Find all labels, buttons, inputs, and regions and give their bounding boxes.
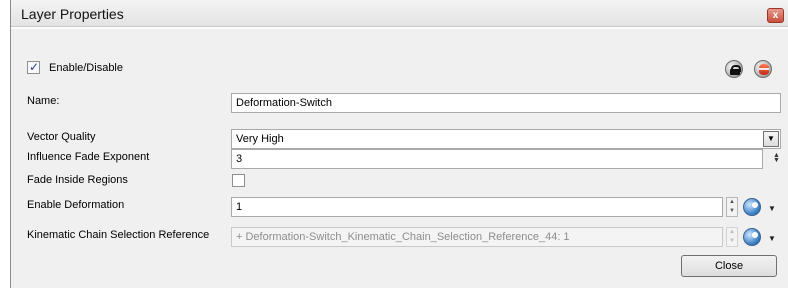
influence-fade-exponent-label: Influence Fade Exponent — [27, 151, 150, 163]
enable-disable-label: Enable/Disable — [49, 62, 123, 74]
name-input[interactable]: Deformation-Switch — [231, 93, 781, 113]
vector-quality-select[interactable]: Very High ▼ — [231, 129, 781, 149]
lock-icon[interactable] — [725, 60, 743, 78]
layer-properties-window: Layer Properties x ✓ Enable/Disable Name… — [10, 0, 788, 288]
kinematic-chain-input: + Deformation-Switch_Kinematic_Chain_Sel… — [231, 227, 723, 247]
vector-quality-label: Vector Quality — [27, 131, 96, 143]
enable-deformation-stepper[interactable]: ▲ ▼ — [726, 197, 738, 217]
chevron-down-icon[interactable]: ▼ — [768, 234, 776, 243]
link-function-icon[interactable] — [743, 228, 761, 246]
kinematic-chain-stepper: ▲ ▼ — [726, 227, 738, 247]
chevron-down-icon[interactable]: ▼ — [763, 131, 779, 147]
fade-inside-regions-checkbox[interactable] — [232, 174, 245, 187]
influence-fade-exponent-stepper[interactable]: ▲ ▼ — [773, 152, 780, 164]
database-icon[interactable] — [754, 60, 772, 78]
close-button[interactable]: Close — [681, 255, 777, 277]
enable-disable-checkbox[interactable]: ✓ — [27, 60, 40, 74]
window-close-button[interactable]: x — [767, 8, 784, 23]
name-label: Name: — [27, 95, 60, 107]
vector-quality-value: Very High — [236, 133, 284, 145]
check-mark-icon: ✓ — [29, 60, 40, 74]
influence-fade-exponent-input[interactable]: 3 — [231, 149, 763, 169]
window-title: Layer Properties — [21, 6, 124, 22]
enable-deformation-input[interactable]: 1 — [231, 197, 723, 217]
title-bar: Layer Properties x — [11, 0, 788, 27]
kinematic-chain-label: Kinematic Chain Selection Reference — [27, 229, 210, 241]
enable-deformation-label: Enable Deformation — [27, 199, 125, 211]
link-function-icon[interactable] — [743, 198, 761, 216]
fade-inside-regions-label: Fade Inside Regions — [27, 174, 128, 186]
chevron-down-icon[interactable]: ▼ — [768, 204, 776, 213]
properties-panel: ✓ Enable/Disable Name: Deformation-Switc… — [11, 28, 788, 288]
